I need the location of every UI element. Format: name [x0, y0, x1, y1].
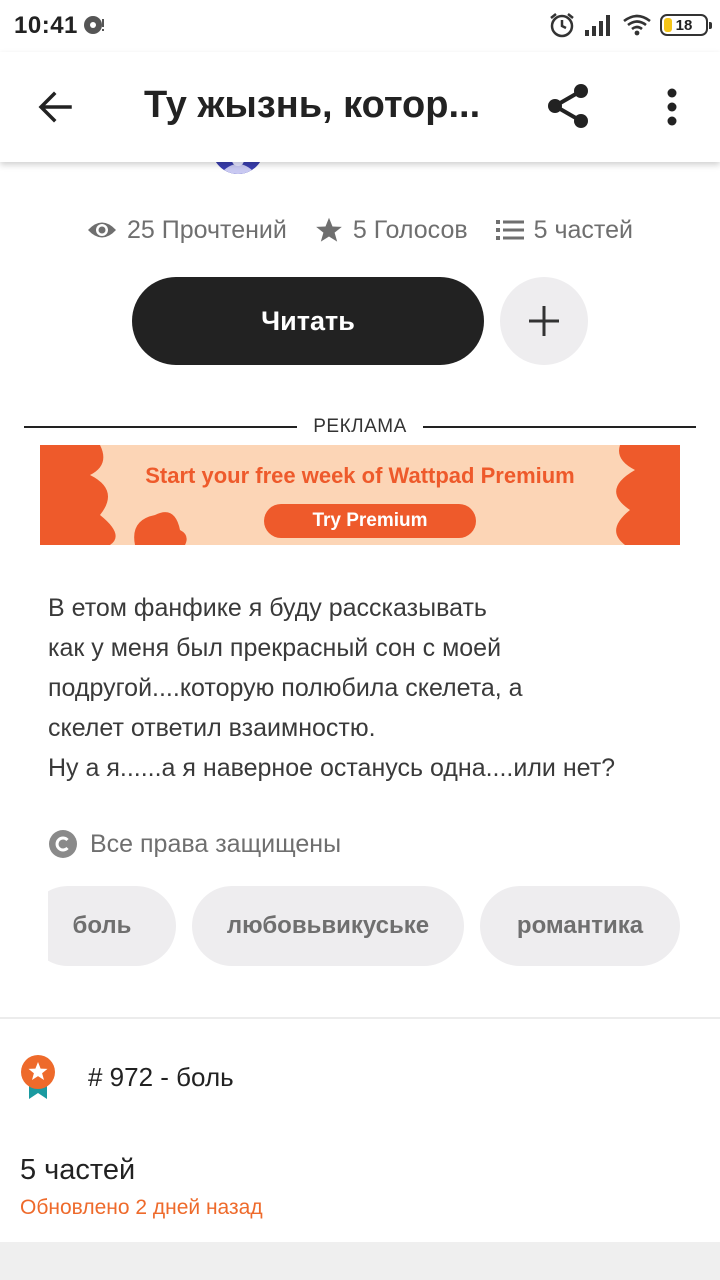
- back-arrow-icon: [38, 91, 72, 123]
- reads-stat: 25 Прочтений: [87, 216, 287, 245]
- tag-chip[interactable]: романтика: [480, 886, 680, 966]
- divider-line-right: [422, 426, 696, 428]
- description-line: скелет ответил взаимностю.: [48, 714, 376, 742]
- parts-stat: 5 частей: [495, 215, 633, 245]
- story-title: Ту жызнь, котор...: [144, 84, 481, 126]
- status-bar: 10:41 18: [0, 0, 720, 52]
- battery-fill: [664, 18, 672, 32]
- alarm-icon: [550, 13, 574, 38]
- star-icon: [316, 217, 342, 242]
- votes-count: 5 Голосов: [352, 215, 468, 244]
- description-line: Ну а я......а я наверное останусь одна..…: [48, 754, 616, 782]
- list-icon: [495, 220, 524, 240]
- notification-icon: [84, 16, 104, 34]
- plus-icon: [529, 306, 559, 336]
- section-divider: [0, 1017, 720, 1019]
- votes-stat: 5 Голосов: [315, 216, 468, 245]
- ranking-badge-icon: [21, 1055, 55, 1099]
- copyright-icon: [49, 830, 77, 858]
- copyright-notice: Все права защищены: [48, 826, 341, 862]
- more-vert-icon: [667, 88, 677, 126]
- eye-icon: [88, 222, 117, 238]
- story-description: В етом фанфике я буду рассказывать как у…: [48, 588, 688, 788]
- app-bar: Ту жызнь, котор...: [0, 52, 720, 162]
- description-line: В етом фанфике я буду рассказывать: [48, 594, 487, 622]
- tag-chip[interactable]: любовьвикуське: [192, 886, 464, 966]
- try-premium-button[interactable]: Try Premium: [264, 504, 476, 538]
- description-line: подругой....которую полюбила скелета, а: [48, 674, 523, 702]
- ranking-row[interactable]: # 972 - боль: [20, 1050, 234, 1104]
- parts-count: 5 частей: [533, 215, 633, 244]
- story-stats: 25 Прочтений 5 Голосов 5 частей: [0, 205, 720, 255]
- wifi-icon: [623, 14, 651, 36]
- last-updated-text: Обновлено 2 дней назад: [20, 1196, 263, 1219]
- description-line: как у меня был прекрасный сон с моей: [48, 634, 502, 662]
- signal-icon: [585, 15, 610, 36]
- copyright-text: Все права защищены: [90, 829, 342, 858]
- battery-level: 18: [675, 16, 693, 34]
- bottom-strip: [0, 1242, 720, 1280]
- reads-count: 25 Прочтений: [127, 215, 287, 244]
- add-to-library-button[interactable]: [500, 277, 588, 365]
- tag-list: боль любовьвикуське романтика: [48, 886, 720, 966]
- read-button[interactable]: Читать: [132, 277, 484, 365]
- battery-icon: 18: [660, 14, 712, 36]
- share-icon: [548, 84, 588, 128]
- ranking-text: # 972 - боль: [88, 1061, 234, 1092]
- ad-divider: РЕКЛАМА: [24, 414, 696, 440]
- ad-banner[interactable]: Start your free week of Wattpad Premium …: [40, 445, 680, 545]
- back-button[interactable]: [30, 82, 80, 132]
- table-of-contents-title[interactable]: 5 частей: [20, 1154, 135, 1187]
- tag-chip[interactable]: боль: [48, 886, 176, 966]
- more-options-button[interactable]: [652, 82, 692, 132]
- ad-label: РЕКЛАМА: [313, 416, 407, 437]
- ad-headline: Start your free week of Wattpad Premium: [145, 463, 575, 488]
- status-time: 10:41: [14, 12, 78, 39]
- divider-line-left: [24, 426, 298, 428]
- share-button[interactable]: [540, 78, 596, 134]
